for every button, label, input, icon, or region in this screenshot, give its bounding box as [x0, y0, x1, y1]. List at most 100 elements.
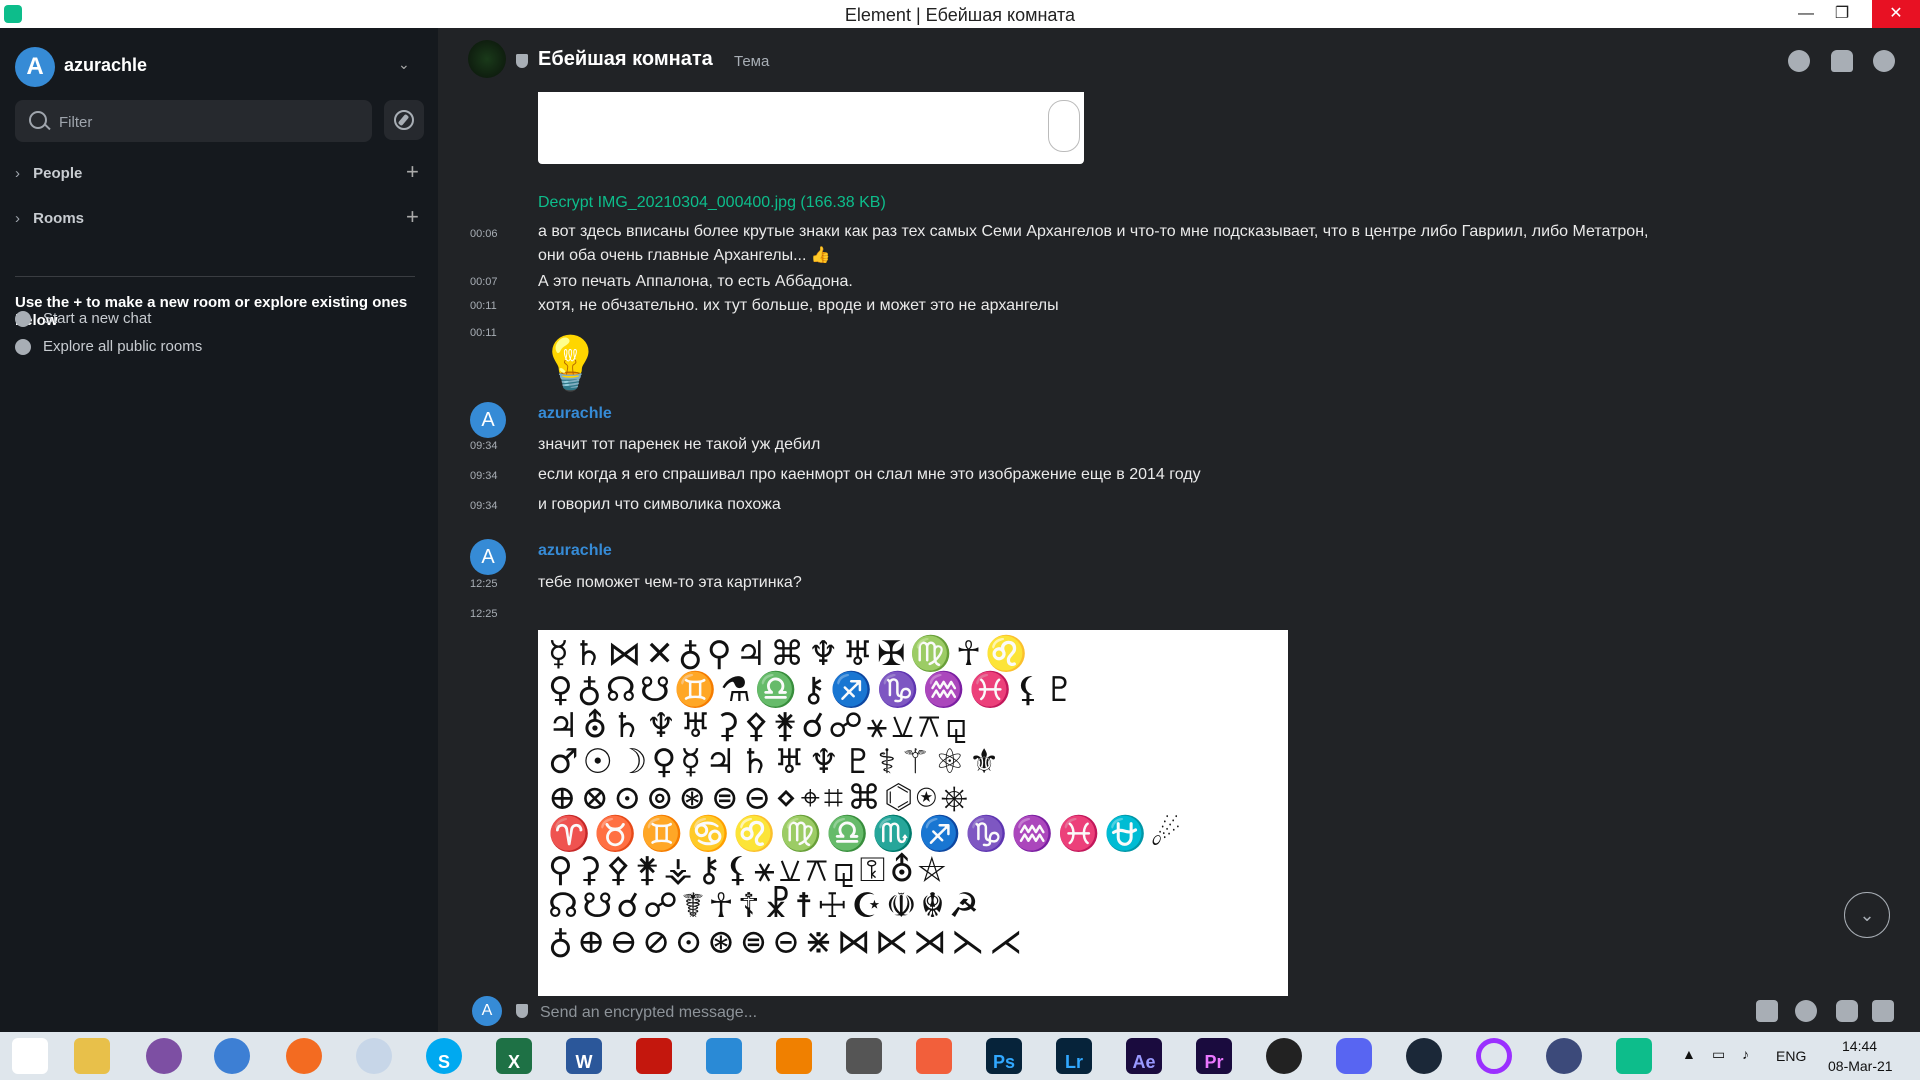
- shield-icon: [516, 1004, 528, 1018]
- attachment-icon[interactable]: [1756, 1000, 1778, 1022]
- video-icon[interactable]: [1872, 1000, 1894, 1022]
- search-icon: [29, 111, 47, 129]
- compass-icon: [15, 339, 31, 356]
- image-attachment[interactable]: [538, 92, 1084, 164]
- section-label: People: [33, 165, 83, 182]
- message-text: и говорил что символика похожа: [538, 496, 781, 513]
- chevron-right-icon: ›: [15, 165, 20, 182]
- close-button[interactable]: ✕: [1872, 0, 1920, 28]
- info-icon[interactable]: [1873, 50, 1895, 72]
- chat-bubble-icon: [15, 311, 31, 328]
- divider: [15, 276, 415, 277]
- message-text: хотя, не обчзательно. их тут больше, вро…: [538, 297, 1059, 314]
- sender-name[interactable]: azurachle: [538, 405, 612, 423]
- sublime-icon[interactable]: [916, 1038, 952, 1074]
- lightbulb-emoji: 💡: [538, 335, 603, 393]
- download-icon[interactable]: [846, 1038, 882, 1074]
- timestamp: 00:07: [470, 276, 498, 288]
- chevron-right-icon: ›: [15, 210, 20, 227]
- element-icon[interactable]: [1616, 1038, 1652, 1074]
- message-text: а вот здесь вписаны более крутые знаки к…: [538, 223, 1649, 240]
- photoshop-icon[interactable]: Ps: [986, 1038, 1022, 1074]
- firefox-icon[interactable]: [286, 1038, 322, 1074]
- room-view: Ебейшая комната Тема Decrypt IMG_2021030…: [438, 28, 1920, 1032]
- language-indicator[interactable]: ENG: [1776, 1048, 1806, 1064]
- message-text: А это печать Аппалона, то есть Аббадона.: [538, 273, 853, 290]
- room-topic[interactable]: Тема: [734, 53, 769, 70]
- tor-browser-icon[interactable]: [146, 1038, 182, 1074]
- discord-icon[interactable]: [1336, 1038, 1372, 1074]
- start-icon[interactable]: [12, 1038, 48, 1074]
- vscode-icon[interactable]: [706, 1038, 742, 1074]
- maximize-button[interactable]: ❐: [1824, 0, 1860, 28]
- window-title: Element | Ебейшая комната: [844, 5, 1076, 25]
- sender-avatar[interactable]: A: [470, 402, 506, 438]
- filter-input[interactable]: [57, 100, 361, 144]
- user-avatar[interactable]: A: [15, 47, 55, 87]
- start-chat-link[interactable]: Start a new chat: [15, 310, 151, 328]
- app-icon[interactable]: [356, 1038, 392, 1074]
- excel-icon[interactable]: X: [496, 1038, 532, 1074]
- message-composer: A: [438, 996, 1920, 1032]
- tray-chevron-up-icon[interactable]: ▲: [1682, 1046, 1696, 1062]
- symbols-image[interactable]: ☿♄⋈✕♁⚲♃⌘♆♅✠♍☥♌ ♀♁☊☋♊⚗♎⚷♐♑♒♓⚸♇ ♃⛢♄♆♅⚳⚴⚵☌☍…: [538, 630, 1288, 996]
- clock-date[interactable]: 08-Mar-21: [1828, 1058, 1893, 1074]
- acrobat-icon[interactable]: [636, 1038, 672, 1074]
- sender-avatar[interactable]: A: [470, 539, 506, 575]
- shield-icon: [516, 54, 528, 68]
- room-name[interactable]: Ебейшая комната: [538, 48, 713, 71]
- bell-icon[interactable]: [1831, 50, 1853, 72]
- message-input[interactable]: [538, 998, 1542, 1028]
- message-text: тебе поможет чем-то эта картинка?: [538, 574, 802, 591]
- timestamp: 12:25: [470, 578, 498, 590]
- volume-icon[interactable]: ♪: [1742, 1046, 1749, 1062]
- composer-avatar: A: [472, 996, 502, 1026]
- message-text: они оба очень главные Архангелы... 👍: [538, 247, 831, 264]
- browser-icon[interactable]: [214, 1038, 250, 1074]
- obs-icon[interactable]: [1266, 1038, 1302, 1074]
- cortana-icon[interactable]: [1476, 1038, 1512, 1074]
- minimize-button[interactable]: —: [1788, 0, 1824, 28]
- taskbar: S X W Ps Lr Ae Pr ▲ ▭ ♪ ENG 14:44 08-Mar…: [0, 1032, 1920, 1080]
- room-filter[interactable]: [15, 100, 372, 144]
- vlc-icon[interactable]: [776, 1038, 812, 1074]
- phone-icon[interactable]: [1836, 1000, 1858, 1022]
- explore-rooms-button[interactable]: [384, 100, 424, 140]
- user-menu-name[interactable]: azurachle: [64, 55, 147, 76]
- premiere-icon[interactable]: Pr: [1196, 1038, 1232, 1074]
- scroll-arrows-icon: [1048, 100, 1080, 152]
- message-text: если когда я его спрашивал про каенморт …: [538, 466, 1201, 483]
- jump-to-bottom-button[interactable]: ⌄: [1844, 892, 1890, 938]
- search-icon[interactable]: [1788, 50, 1810, 72]
- explore-public-rooms-link[interactable]: Explore all public rooms: [15, 338, 202, 356]
- section-people[interactable]: › People: [15, 165, 82, 182]
- after-effects-icon[interactable]: Ae: [1126, 1038, 1162, 1074]
- clock-time[interactable]: 14:44: [1842, 1038, 1877, 1054]
- decrypt-file-link[interactable]: Decrypt IMG_20210304_000400.jpg (166.38 …: [538, 194, 886, 212]
- add-room-button[interactable]: +: [406, 204, 419, 230]
- steam-icon[interactable]: [1406, 1038, 1442, 1074]
- network-icon[interactable]: ▭: [1712, 1046, 1725, 1063]
- timestamp: 09:34: [470, 500, 498, 512]
- timestamp: 09:34: [470, 470, 498, 482]
- add-people-button[interactable]: +: [406, 159, 419, 185]
- message-text: значит тот паренек не такой уж дебил: [538, 436, 821, 453]
- skype-icon[interactable]: S: [426, 1038, 462, 1074]
- lightroom-icon[interactable]: Lr: [1056, 1038, 1092, 1074]
- word-icon[interactable]: W: [566, 1038, 602, 1074]
- left-panel: A azurachle ⌄ › People + › Rooms + Use t…: [0, 28, 438, 1032]
- emoji-icon[interactable]: [1795, 1000, 1817, 1022]
- timestamp: 09:34: [470, 440, 498, 452]
- timestamp: 00:11: [470, 300, 497, 312]
- keepass-icon[interactable]: [1546, 1038, 1582, 1074]
- timestamp: 00:06: [470, 228, 498, 240]
- room-avatar[interactable]: [468, 40, 506, 78]
- section-label: Rooms: [33, 210, 85, 227]
- timeline[interactable]: Decrypt IMG_20210304_000400.jpg (166.38 …: [438, 92, 1920, 996]
- compass-icon: [394, 110, 414, 130]
- section-rooms[interactable]: › Rooms: [15, 210, 84, 227]
- chevron-down-icon[interactable]: ⌄: [398, 56, 410, 73]
- folder-icon[interactable]: [74, 1038, 110, 1074]
- timestamp: 12:25: [470, 608, 498, 620]
- sender-name[interactable]: azurachle: [538, 542, 612, 560]
